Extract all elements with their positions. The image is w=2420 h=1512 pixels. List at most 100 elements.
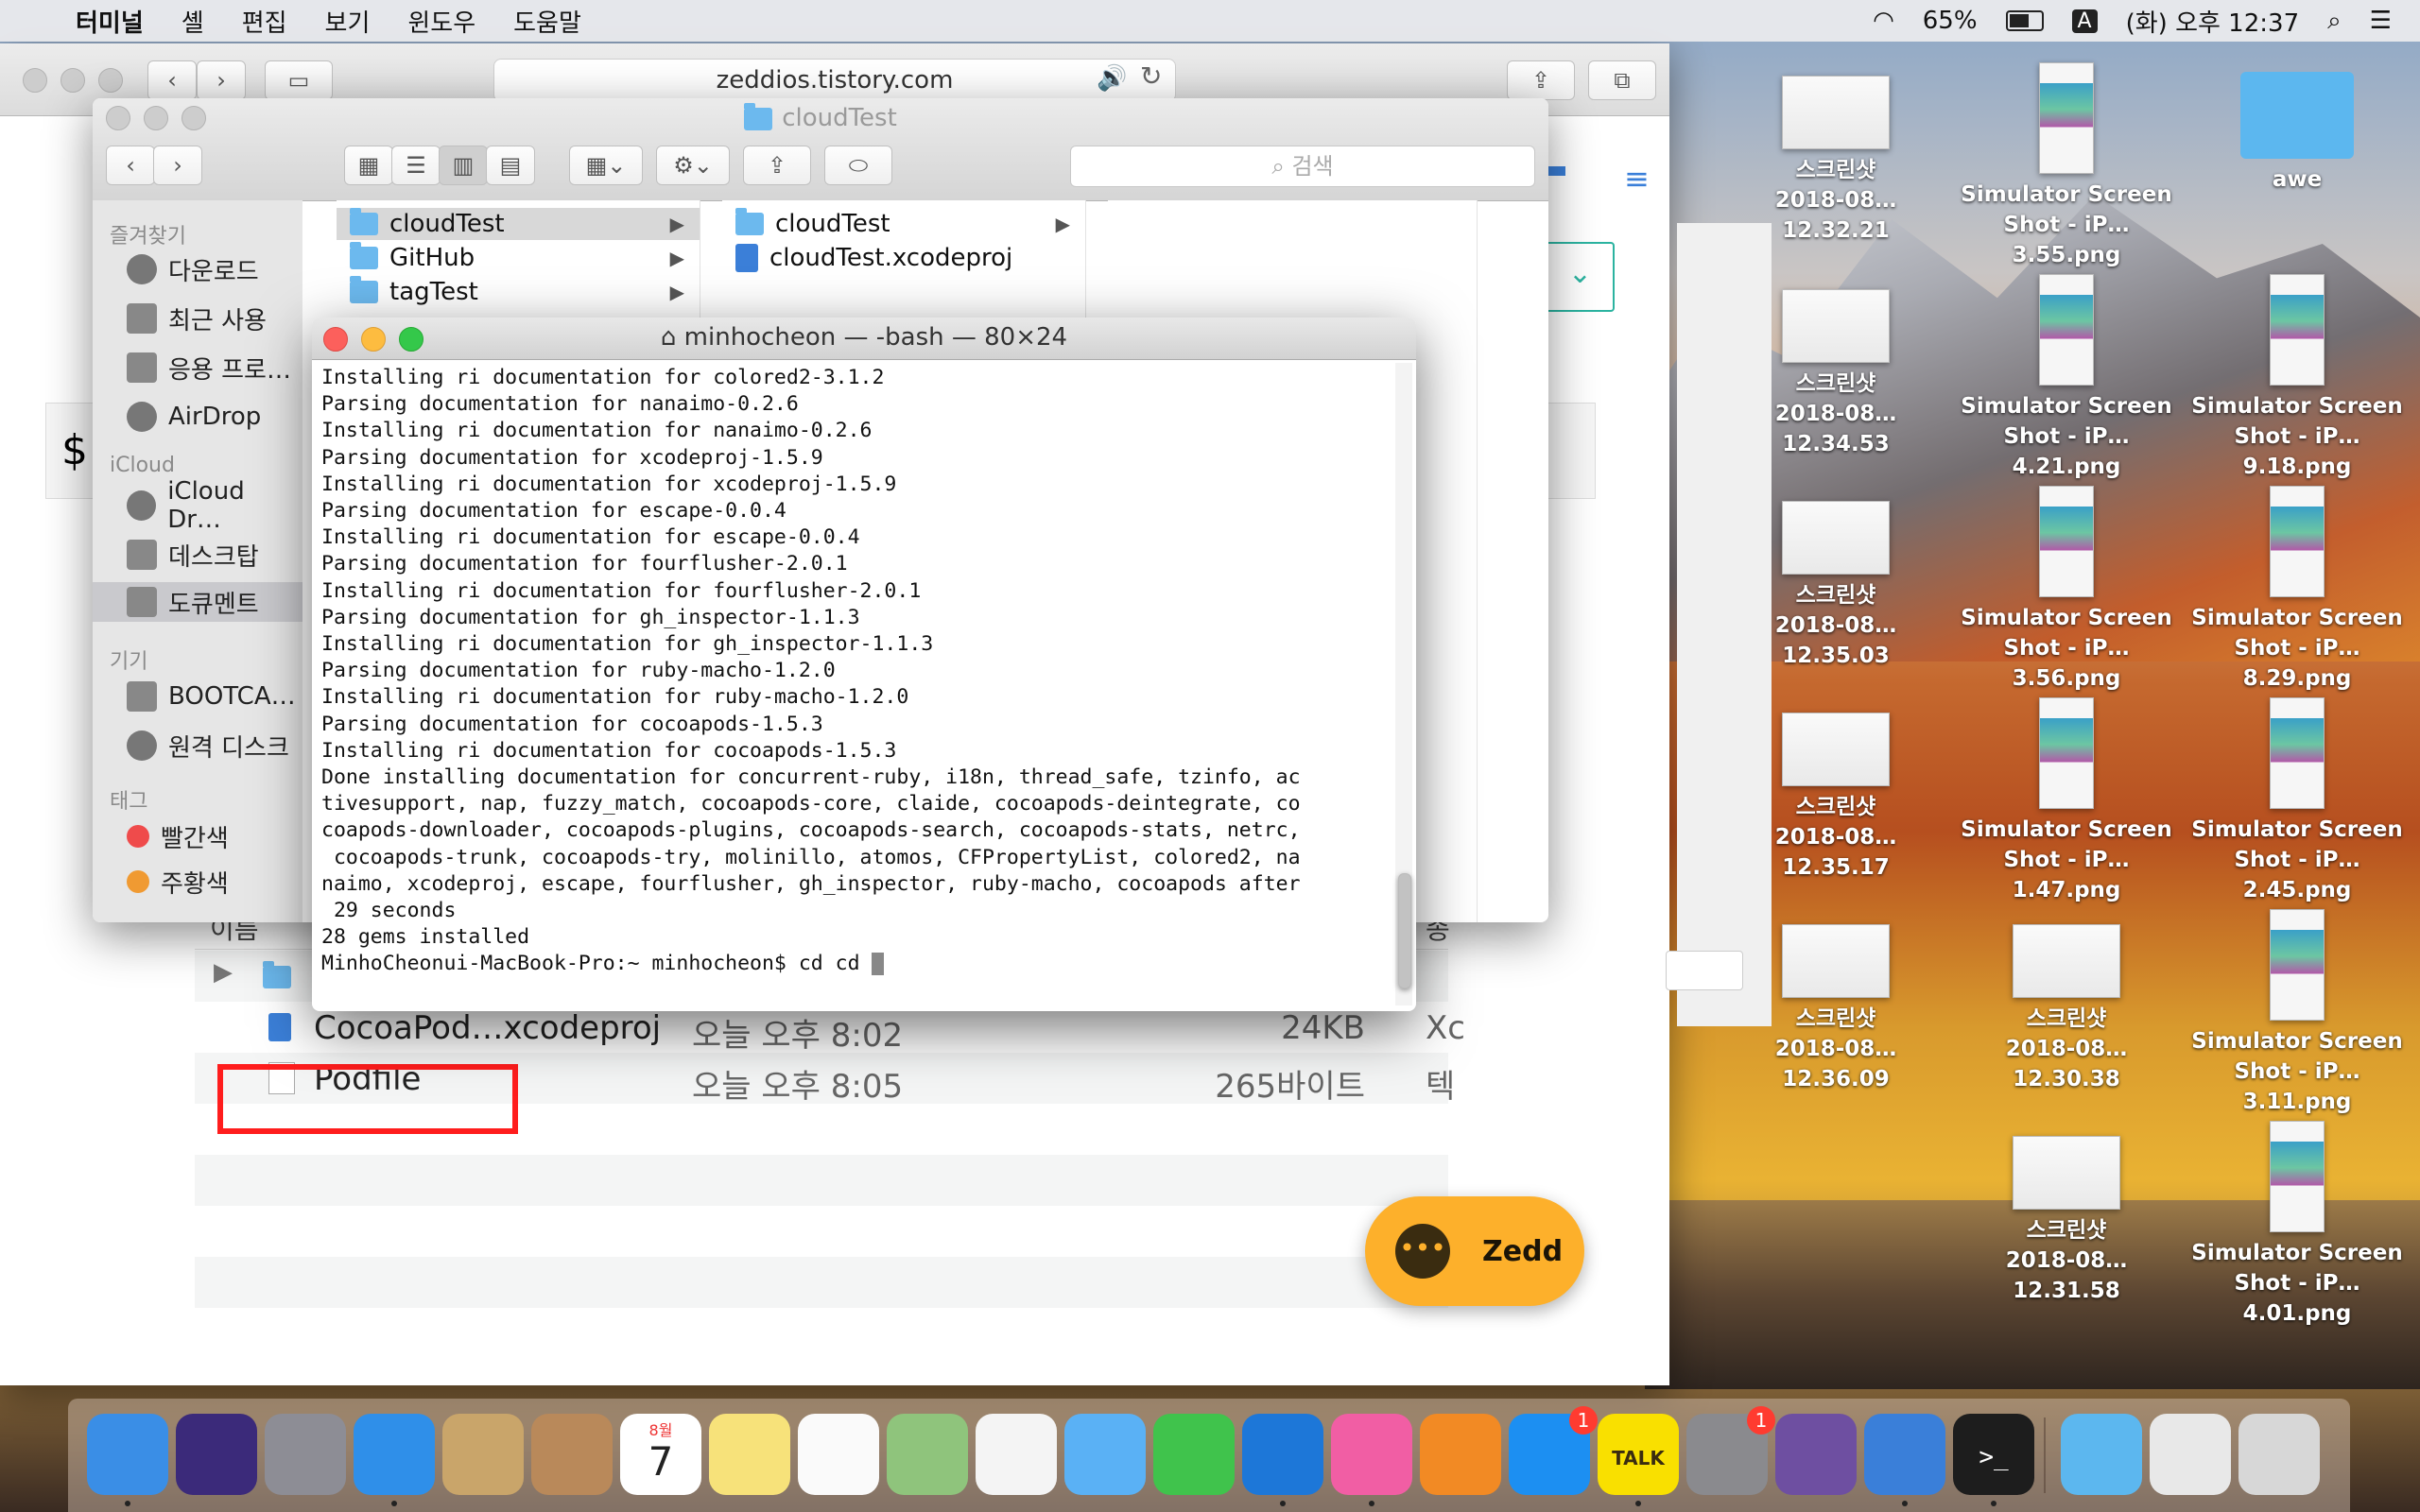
finder-icon[interactable] xyxy=(87,1414,168,1495)
desktop-item[interactable]: 스크린샷 2018-08…12.32.21 xyxy=(1722,76,1949,246)
maps-icon[interactable] xyxy=(887,1414,968,1495)
address-bar[interactable]: zeddios.tistory.com xyxy=(493,59,1176,102)
siri-icon[interactable] xyxy=(176,1414,257,1495)
reminders-icon[interactable] xyxy=(798,1414,879,1495)
column-item-xcodeproj[interactable]: cloudTest.xcodeproj xyxy=(722,242,1085,274)
column-item-cloudtest[interactable]: cloudTest ▶ xyxy=(337,208,700,240)
column-item-cloudtest-folder[interactable]: cloudTest ▶ xyxy=(722,208,1085,240)
search-field[interactable]: ⌕ 검색 xyxy=(1070,146,1535,187)
calendar-icon[interactable]: 8월 7 xyxy=(620,1414,701,1495)
sidebar-item-documents[interactable]: 도큐멘트 xyxy=(93,582,302,622)
minimize-button[interactable] xyxy=(60,68,85,93)
terminal-output[interactable]: Installing ri documentation for colored2… xyxy=(321,365,1390,978)
column-item-github[interactable]: GitHub ▶ xyxy=(337,242,700,274)
desktop-item[interactable]: Simulator Screen Shot - iP…8.29.png xyxy=(2184,486,2411,694)
scrollbar-thumb[interactable] xyxy=(1398,873,1411,988)
launchpad-icon[interactable] xyxy=(265,1414,346,1495)
action-gear-button[interactable]: ⚙⌄ xyxy=(656,146,730,185)
column-view-button[interactable]: ▥ xyxy=(439,146,488,185)
battery-percent[interactable]: 65% xyxy=(1923,7,1978,35)
trash-icon[interactable] xyxy=(2238,1414,2320,1495)
downloads-folder-icon[interactable] xyxy=(2061,1414,2142,1495)
github-icon[interactable] xyxy=(1775,1414,1857,1495)
back-button[interactable]: ‹ xyxy=(147,60,197,100)
messages-icon[interactable] xyxy=(1064,1414,1146,1495)
desktop-item[interactable]: Simulator Screen Shot - iP…9.18.png xyxy=(2184,274,2411,482)
menu-help[interactable]: 도움말 xyxy=(513,4,581,39)
system-preferences-icon[interactable]: 1 xyxy=(1686,1406,1775,1495)
audio-playing-icon[interactable]: 🔊 xyxy=(1097,64,1127,93)
wifi-icon[interactable]: ◠ xyxy=(1873,7,1894,35)
close-button[interactable] xyxy=(23,68,47,93)
zoom-button[interactable] xyxy=(98,68,123,93)
icon-view-button[interactable]: ▦ xyxy=(344,146,393,185)
list-view-button[interactable]: ☰ xyxy=(391,146,441,185)
screenshot-stack-icon[interactable] xyxy=(2150,1414,2231,1495)
back-button[interactable]: ‹ xyxy=(106,146,155,185)
ibooks-icon[interactable] xyxy=(1420,1414,1501,1495)
sidebar-item-desktop[interactable]: 데스크탑 xyxy=(127,535,259,575)
forward-button[interactable]: › xyxy=(153,146,202,185)
desktop-item[interactable]: 스크린샷 2018-08…12.30.38 xyxy=(1953,924,2180,1094)
sidebar-item-icloud-drive[interactable]: iCloud Dr… xyxy=(127,477,302,534)
sidebar-item-remote-disc[interactable]: 원격 디스크 xyxy=(127,726,289,765)
notes-icon[interactable] xyxy=(709,1414,790,1495)
reload-icon[interactable]: ↻ xyxy=(1140,60,1162,92)
desktop-item[interactable]: Simulator Screen Shot - iP…1.47.png xyxy=(1953,697,2180,905)
desktop-item[interactable]: 스크린샷 2018-08…12.36.09 xyxy=(1722,924,1949,1094)
menu-app-terminal[interactable]: 터미널 xyxy=(76,4,144,39)
tags-button[interactable]: ⬭ xyxy=(824,146,892,185)
desktop-item[interactable]: 스크린샷 2018-08…12.35.03 xyxy=(1722,501,1949,671)
menu-window[interactable]: 윈도우 xyxy=(407,4,475,39)
desktop-item[interactable]: Simulator Screen Shot - iP…4.21.png xyxy=(1953,274,2180,482)
group-by-button[interactable]: ▦⌄ xyxy=(569,146,643,185)
gallery-view-button[interactable]: ▤ xyxy=(486,146,535,185)
terminal-icon[interactable]: >_ xyxy=(1953,1414,2034,1495)
sidebar-item-recents[interactable]: 최근 사용 xyxy=(127,299,267,338)
clock[interactable]: (화) 오후 12:37 xyxy=(2126,4,2300,39)
appstore-icon[interactable]: 1 xyxy=(1509,1406,1598,1495)
sidebar-item-tag-red[interactable]: 빨간색 xyxy=(127,816,229,856)
chat-widget-button[interactable]: ••• Zedd xyxy=(1365,1196,1584,1306)
desktop-item[interactable]: Simulator Screen Shot - iP…2.45.png xyxy=(2184,697,2411,905)
desktop-item[interactable]: awe xyxy=(2184,72,2411,195)
share-button[interactable]: ⇪ xyxy=(1507,60,1575,100)
xcode-icon[interactable] xyxy=(1242,1414,1323,1495)
forward-button[interactable]: › xyxy=(197,60,246,100)
share-button[interactable]: ⇪ xyxy=(743,146,811,185)
sidebar-item-airdrop[interactable]: AirDrop xyxy=(127,397,261,437)
tabs-overview-button[interactable]: ⧉ xyxy=(1588,60,1656,100)
desktop-item[interactable]: 스크린샷 2018-08…12.34.53 xyxy=(1722,289,1949,459)
sidebar-item-bootcamp[interactable]: BOOTCA… xyxy=(127,677,296,716)
column-item-tagtest[interactable]: tagTest ▶ xyxy=(337,276,700,308)
safari-icon[interactable] xyxy=(354,1414,435,1495)
sidebar-item-tag-orange[interactable]: 주황색 xyxy=(127,862,229,902)
kakaotalk-icon[interactable]: TALK xyxy=(1598,1414,1679,1495)
simulator-icon[interactable] xyxy=(1864,1414,1945,1495)
sidebar-toggle-button[interactable]: ▭ xyxy=(265,60,333,100)
itunes-icon[interactable] xyxy=(1331,1414,1412,1495)
desktop-item[interactable]: Simulator Screen Shot - iP…3.56.png xyxy=(1953,486,2180,694)
menu-edit[interactable]: 편집 xyxy=(242,4,287,39)
terminal-title: ⌂ minhocheon — -bash — 80×24 xyxy=(312,323,1416,352)
desktop-item[interactable]: Simulator Screen Shot - iP…3.11.png xyxy=(2184,909,2411,1117)
spotlight-search-icon[interactable]: ⌕ xyxy=(2327,7,2342,36)
input-source-indicator[interactable]: A xyxy=(2071,9,2098,33)
contacts-icon[interactable] xyxy=(531,1414,613,1495)
sidebar-item-downloads[interactable]: 다운로드 xyxy=(127,249,259,289)
menu-shell[interactable]: 셸 xyxy=(182,4,204,39)
notification-center-icon[interactable]: ☰ xyxy=(2370,7,2392,35)
terminal-scrollbar[interactable] xyxy=(1395,363,1412,1005)
mail-icon[interactable] xyxy=(442,1414,524,1495)
desktop-item[interactable]: Simulator Screen Shot - iP…3.55.png xyxy=(1953,62,2180,270)
desktop-item[interactable]: 스크린샷 2018-08…12.35.17 xyxy=(1722,713,1949,883)
sidebar-item-applications[interactable]: 응용 프로… xyxy=(127,348,291,387)
desktop-item[interactable]: Simulator Screen Shot - iP…4.01.png xyxy=(2184,1121,2411,1329)
photos-icon[interactable] xyxy=(976,1414,1057,1495)
menu-view[interactable]: 보기 xyxy=(325,4,371,39)
disclosure-triangle-icon[interactable]: ▶ xyxy=(214,958,233,987)
desktop-item[interactable]: 스크린샷 2018-08…12.31.58 xyxy=(1953,1136,2180,1306)
hamburger-menu-icon[interactable]: ≡ xyxy=(1624,161,1650,197)
facetime-icon[interactable] xyxy=(1153,1414,1235,1495)
battery-icon[interactable] xyxy=(2005,10,2044,31)
